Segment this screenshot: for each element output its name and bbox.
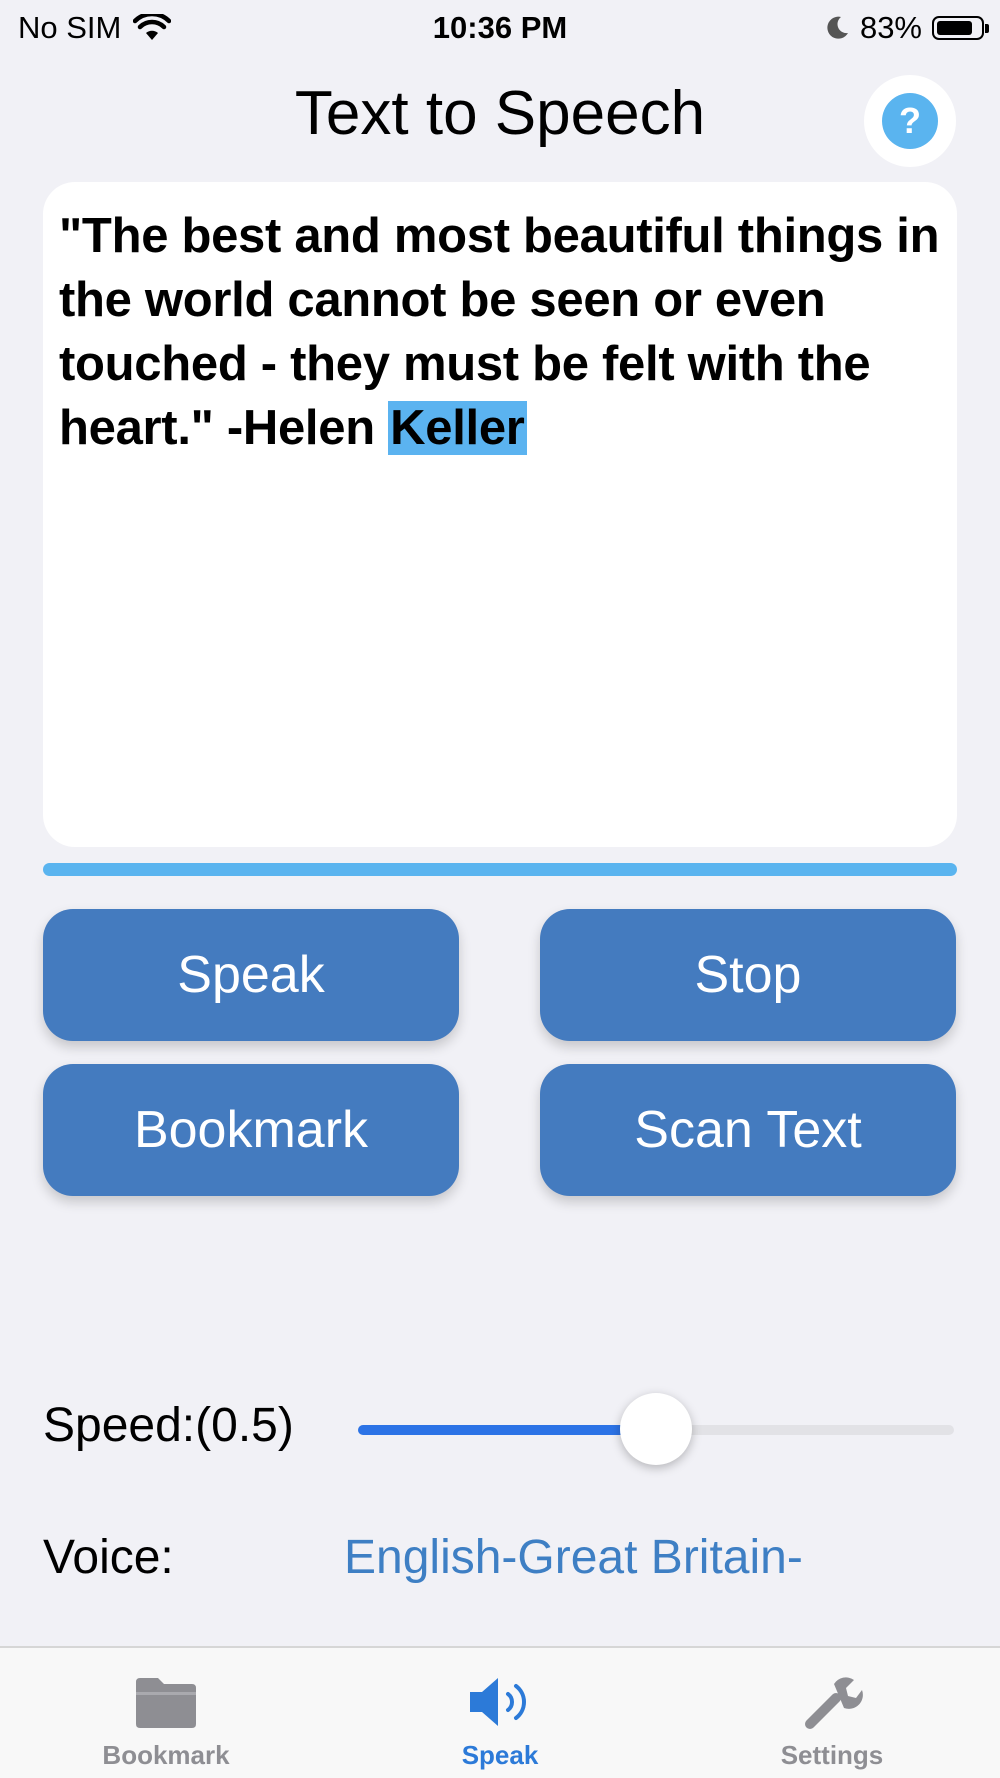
stop-button[interactable]: Stop xyxy=(540,909,956,1041)
tab-settings-label: Settings xyxy=(780,1740,884,1770)
speed-label: Speed:(0.5) xyxy=(43,1399,294,1452)
status-bar: No SIM 10:36 PM 83% xyxy=(0,0,1000,56)
bookmark-button[interactable]: Bookmark xyxy=(43,1064,459,1196)
speech-progress-bar xyxy=(43,863,957,876)
tab-speak-label: Speak xyxy=(461,1740,539,1770)
speaker-icon xyxy=(470,1678,526,1726)
page-title: Text to Speech xyxy=(294,79,706,148)
tab-bookmark-label: Bookmark xyxy=(102,1740,230,1770)
help-icon: ? xyxy=(882,93,938,149)
folder-icon xyxy=(136,1678,196,1728)
voice-label: Voice: xyxy=(43,1531,174,1584)
speed-slider[interactable] xyxy=(358,1393,954,1465)
text-input[interactable]: "The best and most beautiful things in t… xyxy=(43,182,957,847)
battery-icon xyxy=(932,16,989,40)
voice-selector[interactable]: English-Great Britain- xyxy=(344,1530,803,1585)
tab-bookmark[interactable]: Bookmark xyxy=(56,1674,276,1771)
status-right: 83% xyxy=(824,10,989,46)
moon-icon xyxy=(827,16,848,39)
slider-thumb[interactable] xyxy=(620,1393,692,1465)
battery-percent: 83% xyxy=(859,10,922,45)
speak-button[interactable]: Speak xyxy=(43,909,459,1041)
tab-settings[interactable]: Settings xyxy=(722,1674,942,1771)
wrench-icon xyxy=(805,1677,863,1729)
scan-text-button[interactable]: Scan Text xyxy=(540,1064,956,1196)
slider-fill xyxy=(358,1425,656,1435)
highlighted-word: Keller xyxy=(388,401,527,455)
tab-bar: Bookmark Speak Settings xyxy=(0,1646,1000,1778)
help-button[interactable]: ? xyxy=(864,75,956,167)
tab-speak[interactable]: Speak xyxy=(390,1674,610,1771)
